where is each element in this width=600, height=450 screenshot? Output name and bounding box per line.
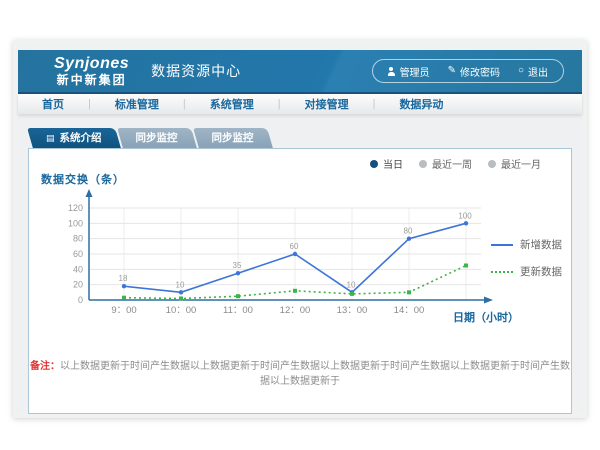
svg-text:10：00: 10：00 [166, 305, 197, 316]
time-range-filter: 当日 最近一周 最近一月 [354, 156, 541, 171]
svg-text:18: 18 [119, 274, 128, 283]
filter-last-month[interactable]: 最近一月 [488, 156, 541, 171]
radio-icon [419, 160, 427, 168]
change-password-label: 修改密码 [460, 64, 500, 79]
admin-button[interactable]: 管理员 [379, 64, 439, 79]
chart-legend: 新增数据 更新数据 [491, 237, 573, 291]
svg-text:80: 80 [404, 227, 413, 236]
main-nav: 首页 | 标准管理 | 系统管理 | 对接管理 | 数据异动 [18, 94, 582, 114]
svg-text:11：00: 11：00 [223, 305, 253, 316]
document-grid-icon: ▤ [46, 133, 55, 143]
tab-sync-monitor-1[interactable]: 同步监控 [120, 128, 194, 148]
filter-last-week[interactable]: 最近一周 [419, 156, 472, 171]
logout-button[interactable]: ○ 退出 [509, 64, 557, 79]
legend-item-update-data: 更新数据 [491, 264, 573, 279]
svg-text:60: 60 [73, 249, 83, 259]
legend-line-dotted-icon [491, 271, 513, 273]
header: Synjones 新中新集团 数据资源中心 管理员 ✎ 修改密码 ○ 退出 [18, 50, 582, 94]
logout-label: 退出 [528, 64, 548, 79]
nav-item-interface-mgmt[interactable]: 对接管理 [281, 96, 373, 112]
company-logo: Synjones 新中新集团 [54, 56, 129, 86]
svg-text:10: 10 [176, 280, 185, 289]
tab-sync-monitor-2[interactable]: 同步监控 [196, 128, 270, 148]
svg-text:100: 100 [458, 211, 472, 220]
svg-text:35: 35 [233, 261, 242, 270]
radio-selected-icon [370, 160, 378, 168]
content-area: ▤系统介绍 同步监控 同步监控 当日 最近一周 [18, 114, 582, 412]
change-password-button[interactable]: ✎ 修改密码 [439, 64, 509, 79]
tab-bar: ▤系统介绍 同步监控 同步监控 [30, 128, 272, 148]
svg-text:120: 120 [68, 203, 83, 213]
line-chart: 0 20 40 60 80 100 120 9：00 10：00 11：00 12：00 13：00 1… [49, 186, 504, 331]
app-window: Synjones 新中新集团 数据资源中心 管理员 ✎ 修改密码 ○ 退出 首页… [13, 40, 587, 418]
svg-text:0: 0 [78, 295, 83, 305]
svg-text:14：00: 14：00 [394, 305, 425, 316]
user-icon [388, 67, 395, 75]
radio-icon [488, 160, 496, 168]
legend-item-new-data: 新增数据 [491, 237, 573, 252]
svg-text:20: 20 [73, 280, 83, 290]
svg-text:13：00: 13：00 [337, 305, 368, 316]
admin-label: 管理员 [400, 64, 430, 79]
chart-panel: 当日 最近一周 最近一月 数据交换（条） 0 20 40 60 80 100 120 9：00… [28, 148, 572, 414]
nav-item-home[interactable]: 首页 [18, 96, 88, 112]
user-toolbar: 管理员 ✎ 修改密码 ○ 退出 [372, 59, 564, 83]
page-title: 数据资源中心 [151, 61, 241, 81]
svg-text:10: 10 [347, 280, 356, 289]
footnote-text: 以上数据更新于时间产生数据以上数据更新于时间产生数据以上数据更新于时间产生数据以… [60, 361, 570, 387]
footnote: 备注：以上数据更新于时间产生数据以上数据更新于时间产生数据以上数据更新于时间产生… [29, 357, 571, 387]
svg-text:100: 100 [68, 218, 83, 228]
svg-text:60: 60 [290, 242, 299, 251]
tab-system-intro[interactable]: ▤系统介绍 [30, 128, 118, 148]
nav-item-data-change[interactable]: 数据异动 [375, 96, 467, 112]
filter-today[interactable]: 当日 [370, 156, 403, 171]
svg-text:9：00: 9：00 [111, 305, 136, 316]
nav-item-standard-mgmt[interactable]: 标准管理 [91, 96, 183, 112]
svg-text:80: 80 [73, 234, 83, 244]
svg-text:40: 40 [73, 264, 83, 274]
logo-text-cn: 新中新集团 [54, 74, 129, 86]
y-axis-title: 数据交换（条） [41, 171, 125, 187]
x-axis-title: 日期（小时） [453, 309, 519, 325]
edit-icon: ✎ [448, 66, 456, 76]
footnote-prefix: 备注： [30, 361, 60, 372]
power-icon: ○ [518, 66, 524, 76]
svg-text:12：00: 12：00 [280, 305, 311, 316]
logo-text-en: Synjones [54, 56, 129, 72]
legend-line-solid-icon [491, 244, 513, 246]
nav-item-system-mgmt[interactable]: 系统管理 [186, 96, 278, 112]
